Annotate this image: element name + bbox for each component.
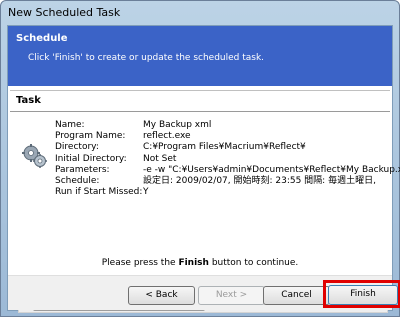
continue-instruction: Please press the Finish button to contin… <box>8 258 392 268</box>
title-bar: New Scheduled Task <box>1 1 399 25</box>
instruction-text-before: Please press the <box>101 258 179 268</box>
detail-row-parameters: Parameters: -e -w "C:¥Users¥admin¥Docume… <box>55 164 400 176</box>
detail-row-name: Name: My Backup xml <box>55 120 387 131</box>
detail-label: Name: <box>55 120 85 130</box>
instruction-text-bold: Finish <box>178 258 209 268</box>
detail-label: Parameters: <box>55 164 110 175</box>
detail-row-run-if-start-missed: Run if Start Missed: Y <box>55 187 387 198</box>
detail-row-program-name: Program Name: reflect.exe <box>55 131 387 142</box>
detail-value: My Backup xml <box>143 120 212 130</box>
detail-value: C:¥Program Files¥Macrium¥Reflect¥ <box>143 142 306 153</box>
detail-label: Schedule: <box>55 175 100 186</box>
detail-row-directory: Directory: C:¥Program Files¥Macrium¥Refl… <box>55 142 387 153</box>
detail-value: Not Set <box>143 153 177 164</box>
task-group: Task Name: My Backup xml Program Name: r… <box>10 90 400 313</box>
detail-value: reflect.exe <box>143 131 191 142</box>
task-details: Name: My Backup xml Program Name: reflec… <box>55 120 400 198</box>
detail-value: Y <box>143 187 149 198</box>
wizard-header: Schedule Click 'Finish' to create or upd… <box>8 26 392 86</box>
header-title: Schedule <box>16 33 68 44</box>
next-button[interactable]: Next > <box>198 286 265 305</box>
detail-value: -e -w "C:¥Users¥admin¥Documents¥Reflect¥… <box>143 164 400 175</box>
cancel-button[interactable]: Cancel <box>263 286 330 305</box>
gears-icon <box>22 144 47 168</box>
finish-button[interactable]: Finish <box>328 285 398 305</box>
new-scheduled-task-window: New Scheduled Task Schedule Click 'Finis… <box>0 0 400 317</box>
detail-value: 設定日: 2009/02/07, 開始時刻: 23:55 間隔: 毎週土曜日, <box>143 175 376 186</box>
window-title: New Scheduled Task <box>8 6 121 19</box>
detail-label: Run if Start Missed: <box>55 187 143 198</box>
back-button[interactable]: < Back <box>128 286 195 305</box>
detail-row-schedule: Schedule: 設定日: 2009/02/07, 開始時刻: 23:55 間… <box>55 176 387 187</box>
detail-label: Initial Directory: <box>55 153 127 164</box>
detail-label: Program Name: <box>55 131 126 142</box>
detail-label: Directory: <box>55 142 99 153</box>
task-group-title: Task <box>16 95 41 106</box>
wizard-client-area: Schedule Click 'Finish' to create or upd… <box>7 25 400 313</box>
button-bar: < Back Next > Cancel Finish <box>8 275 400 310</box>
task-group-divider <box>10 111 390 112</box>
instruction-text-after: button to continue. <box>208 258 299 268</box>
detail-row-initial-directory: Initial Directory: Not Set <box>55 154 387 165</box>
header-subtitle: Click 'Finish' to create or update the s… <box>28 53 265 63</box>
